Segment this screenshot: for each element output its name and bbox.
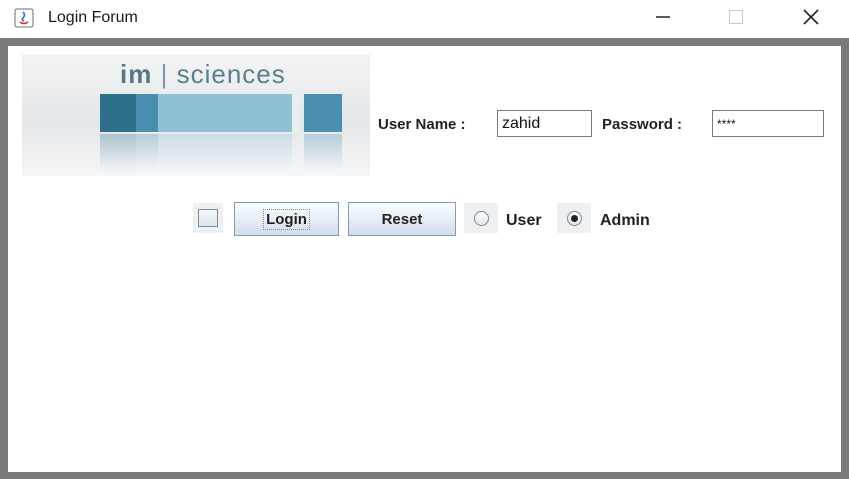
close-icon xyxy=(802,8,820,31)
username-input[interactable] xyxy=(497,110,592,137)
reset-button[interactable]: Reset xyxy=(348,202,456,236)
minimize-icon xyxy=(655,9,671,30)
password-input[interactable] xyxy=(712,110,824,137)
checkbox-box xyxy=(198,209,218,227)
login-panel: im | sciences User Name : Password : Log… xyxy=(8,46,841,472)
title-bar[interactable]: Login Forum xyxy=(0,0,849,38)
imsciences-logo: im | sciences xyxy=(22,54,370,176)
maximize-button[interactable] xyxy=(713,0,759,38)
maximize-icon xyxy=(728,9,744,30)
login-window: Login Forum im | sciences User Name: za… xyxy=(0,0,849,479)
admin-radio[interactable] xyxy=(557,203,591,233)
user-radio-circle xyxy=(473,210,489,226)
admin-radio-circle xyxy=(566,210,582,226)
password-label: Password : xyxy=(602,116,683,133)
close-button[interactable] xyxy=(788,0,834,38)
radio-selected-dot xyxy=(570,214,578,222)
reset-button-label: Reset xyxy=(381,210,423,228)
java-app-icon xyxy=(14,8,34,28)
admin-radio-label[interactable]: Admin xyxy=(600,212,650,230)
remember-checkbox[interactable] xyxy=(193,203,223,233)
user-radio-label[interactable]: User xyxy=(506,212,542,230)
login-button-label: Login xyxy=(263,208,310,230)
window-title: Login Forum xyxy=(48,9,138,26)
username-label: User Name : xyxy=(378,116,466,133)
login-button[interactable]: Login xyxy=(234,202,339,236)
user-radio[interactable] xyxy=(464,203,498,233)
minimize-button[interactable] xyxy=(640,0,686,38)
logo-text: im | sciences xyxy=(120,59,286,89)
